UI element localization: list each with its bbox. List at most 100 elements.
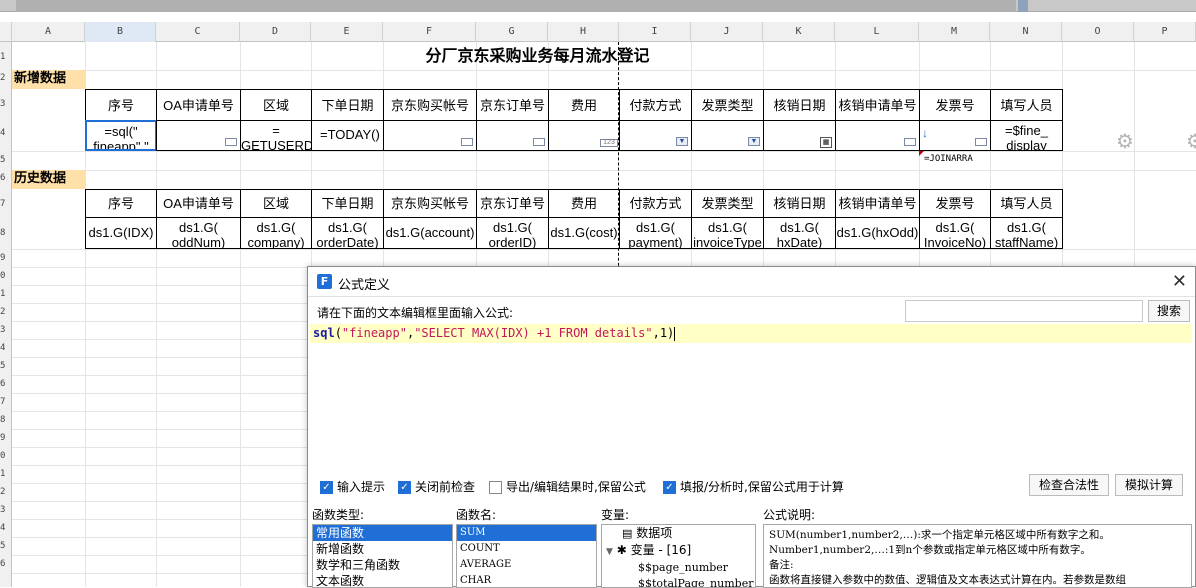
row-header[interactable]: 1 <box>0 289 12 299</box>
variable-tree[interactable]: ▤ 数据项 ▼ ✱ 变量 - [16] $$page_number $$tota… <box>601 524 756 588</box>
history-header-hx-odd[interactable]: 核销申请单号 <box>835 189 920 218</box>
history-cell-staffname[interactable]: ds1.G( staffName) <box>990 217 1063 249</box>
func-type-list[interactable]: 常用函数 新增函数 数学和三角函数 文本函数 <box>312 524 453 588</box>
history-header-invoice-type[interactable]: 发票类型 <box>691 189 764 218</box>
history-header-oa[interactable]: OA申请单号 <box>156 189 241 218</box>
checkbox-keep-formula-export[interactable]: 导出/编辑结果时,保留公式 <box>489 479 646 495</box>
header-cell-oa[interactable]: OA申请单号 <box>156 89 241 121</box>
history-header-cost[interactable]: 费用 <box>548 189 620 218</box>
row-header[interactable]: 5 <box>0 541 12 551</box>
input-cell-invoice-type[interactable]: ▼ <box>691 120 764 151</box>
row-header[interactable]: 8 <box>0 228 12 238</box>
input-cell-region[interactable]: = GETUSERD <box>240 120 312 151</box>
checkbox-check-before-close[interactable]: ✓ 关闭前检查 <box>398 479 475 495</box>
dialog-title-bar[interactable]: F 公式定义 ✕ <box>308 267 1195 297</box>
row-header[interactable]: 5 <box>0 361 12 371</box>
row-header[interactable]: 6 <box>0 379 12 389</box>
list-item[interactable]: 新增函数 <box>313 541 452 557</box>
list-item[interactable]: SUM <box>457 525 596 541</box>
header-cell-payment[interactable]: 付款方式 <box>619 89 692 121</box>
history-cell-company[interactable]: ds1.G( company) <box>240 217 312 249</box>
input-cell-hx-odd[interactable] <box>835 120 920 151</box>
list-item[interactable]: 数学和三角函数 <box>313 557 452 573</box>
col-header-a[interactable]: A <box>12 22 85 42</box>
col-header-m[interactable]: M <box>919 22 990 42</box>
header-cell-region[interactable]: 区域 <box>240 89 312 121</box>
row-header[interactable]: 9 <box>0 253 12 263</box>
input-cell-invoice-no[interactable]: ↓ <box>919 120 991 151</box>
formula-editor[interactable]: sql("fineapp","SELECT MAX(IDX) +1 FROM d… <box>310 324 1192 466</box>
header-cell-jd-order[interactable]: 京东订单号 <box>476 89 549 121</box>
row-header[interactable]: 9 <box>0 433 12 443</box>
section-history-data[interactable]: 历史数据 <box>12 170 85 189</box>
col-header-c[interactable]: C <box>156 22 240 42</box>
col-header-e[interactable]: E <box>311 22 383 42</box>
check-validity-button[interactable]: 检查合法性 <box>1029 474 1109 496</box>
header-cell-invoice-type[interactable]: 发票类型 <box>691 89 764 121</box>
simulate-button[interactable]: 模拟计算 <box>1115 474 1183 496</box>
history-header-jd-account[interactable]: 京东购买帐号 <box>383 189 477 218</box>
col-header-k[interactable]: K <box>763 22 835 42</box>
history-header-invoice-no[interactable]: 发票号 <box>919 189 991 218</box>
col-header-j[interactable]: J <box>691 22 763 42</box>
col-header-n[interactable]: N <box>990 22 1062 42</box>
row-header[interactable]: 2 <box>0 307 12 317</box>
input-cell-cost[interactable]: 123 <box>548 120 620 151</box>
row-header[interactable]: 1 <box>0 469 12 479</box>
formula-line[interactable]: sql("fineapp","SELECT MAX(IDX) +1 FROM d… <box>310 324 1192 343</box>
history-cell-payment[interactable]: ds1.G( payment) <box>619 217 692 249</box>
func-name-list[interactable]: SUM COUNT AVERAGE CHAR <box>456 524 597 588</box>
row-header[interactable]: 6 <box>0 173 12 183</box>
search-button[interactable]: 搜索 <box>1148 300 1190 322</box>
input-cell-jd-account[interactable] <box>383 120 477 151</box>
history-cell-hxdate[interactable]: ds1.G( hxDate) <box>763 217 836 249</box>
col-header-o[interactable]: O <box>1062 22 1134 42</box>
input-cell-seq[interactable]: =sql(" fineapp"," <box>85 120 157 151</box>
row-header[interactable]: 4 <box>0 128 12 138</box>
history-header-region[interactable]: 区域 <box>240 189 312 218</box>
history-header-jd-order[interactable]: 京东订单号 <box>476 189 549 218</box>
col-header-b[interactable]: B <box>85 22 156 42</box>
col-header-l[interactable]: L <box>835 22 919 42</box>
input-cell-staff[interactable]: =$fine_ display <box>990 120 1063 151</box>
header-cell-hx-date[interactable]: 核销日期 <box>763 89 836 121</box>
col-header-p[interactable]: P <box>1134 22 1196 42</box>
header-cell-hx-odd[interactable]: 核销申请单号 <box>835 89 920 121</box>
history-cell-orderid[interactable]: ds1.G( orderID) <box>476 217 549 249</box>
tree-item[interactable]: $$totalPage_number <box>602 576 755 587</box>
history-header-seq[interactable]: 序号 <box>85 189 157 218</box>
section-new-data[interactable]: 新增数据 <box>12 70 85 89</box>
history-header-hx-date[interactable]: 核销日期 <box>763 189 836 218</box>
header-cell-seq[interactable]: 序号 <box>85 89 157 121</box>
history-cell-account[interactable]: ds1.G(account) <box>383 217 477 249</box>
history-cell-cost[interactable]: ds1.G(cost) <box>548 217 620 249</box>
row-header[interactable]: 1 <box>0 52 12 62</box>
corner-select-all[interactable] <box>0 22 12 42</box>
tree-item-variables[interactable]: ▼ ✱ 变量 - [16] <box>602 542 755 560</box>
row-header[interactable]: 2 <box>0 487 12 497</box>
header-cell-jd-account[interactable]: 京东购买帐号 <box>383 89 477 121</box>
history-cell-idx[interactable]: ds1.G(IDX) <box>85 217 157 249</box>
col-header-g[interactable]: G <box>476 22 548 42</box>
joinarray-formula-cell[interactable]: =JOINARRA <box>924 153 990 167</box>
row-header[interactable]: 8 <box>0 415 12 425</box>
col-header-h[interactable]: H <box>548 22 619 42</box>
list-item[interactable]: AVERAGE <box>457 557 596 573</box>
row-header[interactable]: 7 <box>0 199 12 209</box>
row-header[interactable]: 4 <box>0 523 12 533</box>
history-cell-invoiceno[interactable]: ds1.G( InvoiceNo) <box>919 217 991 249</box>
history-header-order-date[interactable]: 下单日期 <box>311 189 384 218</box>
input-cell-jd-order[interactable] <box>476 120 549 151</box>
input-cell-oa[interactable] <box>156 120 241 151</box>
col-header-i[interactable]: I <box>619 22 691 42</box>
input-cell-hx-date[interactable]: ▦ <box>763 120 836 151</box>
row-header[interactable]: 3 <box>0 99 12 109</box>
header-cell-cost[interactable]: 费用 <box>548 89 620 121</box>
row-header[interactable]: 5 <box>0 155 12 165</box>
list-item[interactable]: 文本函数 <box>313 573 452 587</box>
gear-icon[interactable]: ⚙ <box>1186 131 1196 151</box>
tree-item-dataset[interactable]: ▤ 数据项 <box>602 525 755 542</box>
row-header[interactable]: 6 <box>0 559 12 569</box>
input-cell-order-date[interactable]: =TODAY() <box>311 120 384 151</box>
list-item[interactable]: COUNT <box>457 541 596 557</box>
